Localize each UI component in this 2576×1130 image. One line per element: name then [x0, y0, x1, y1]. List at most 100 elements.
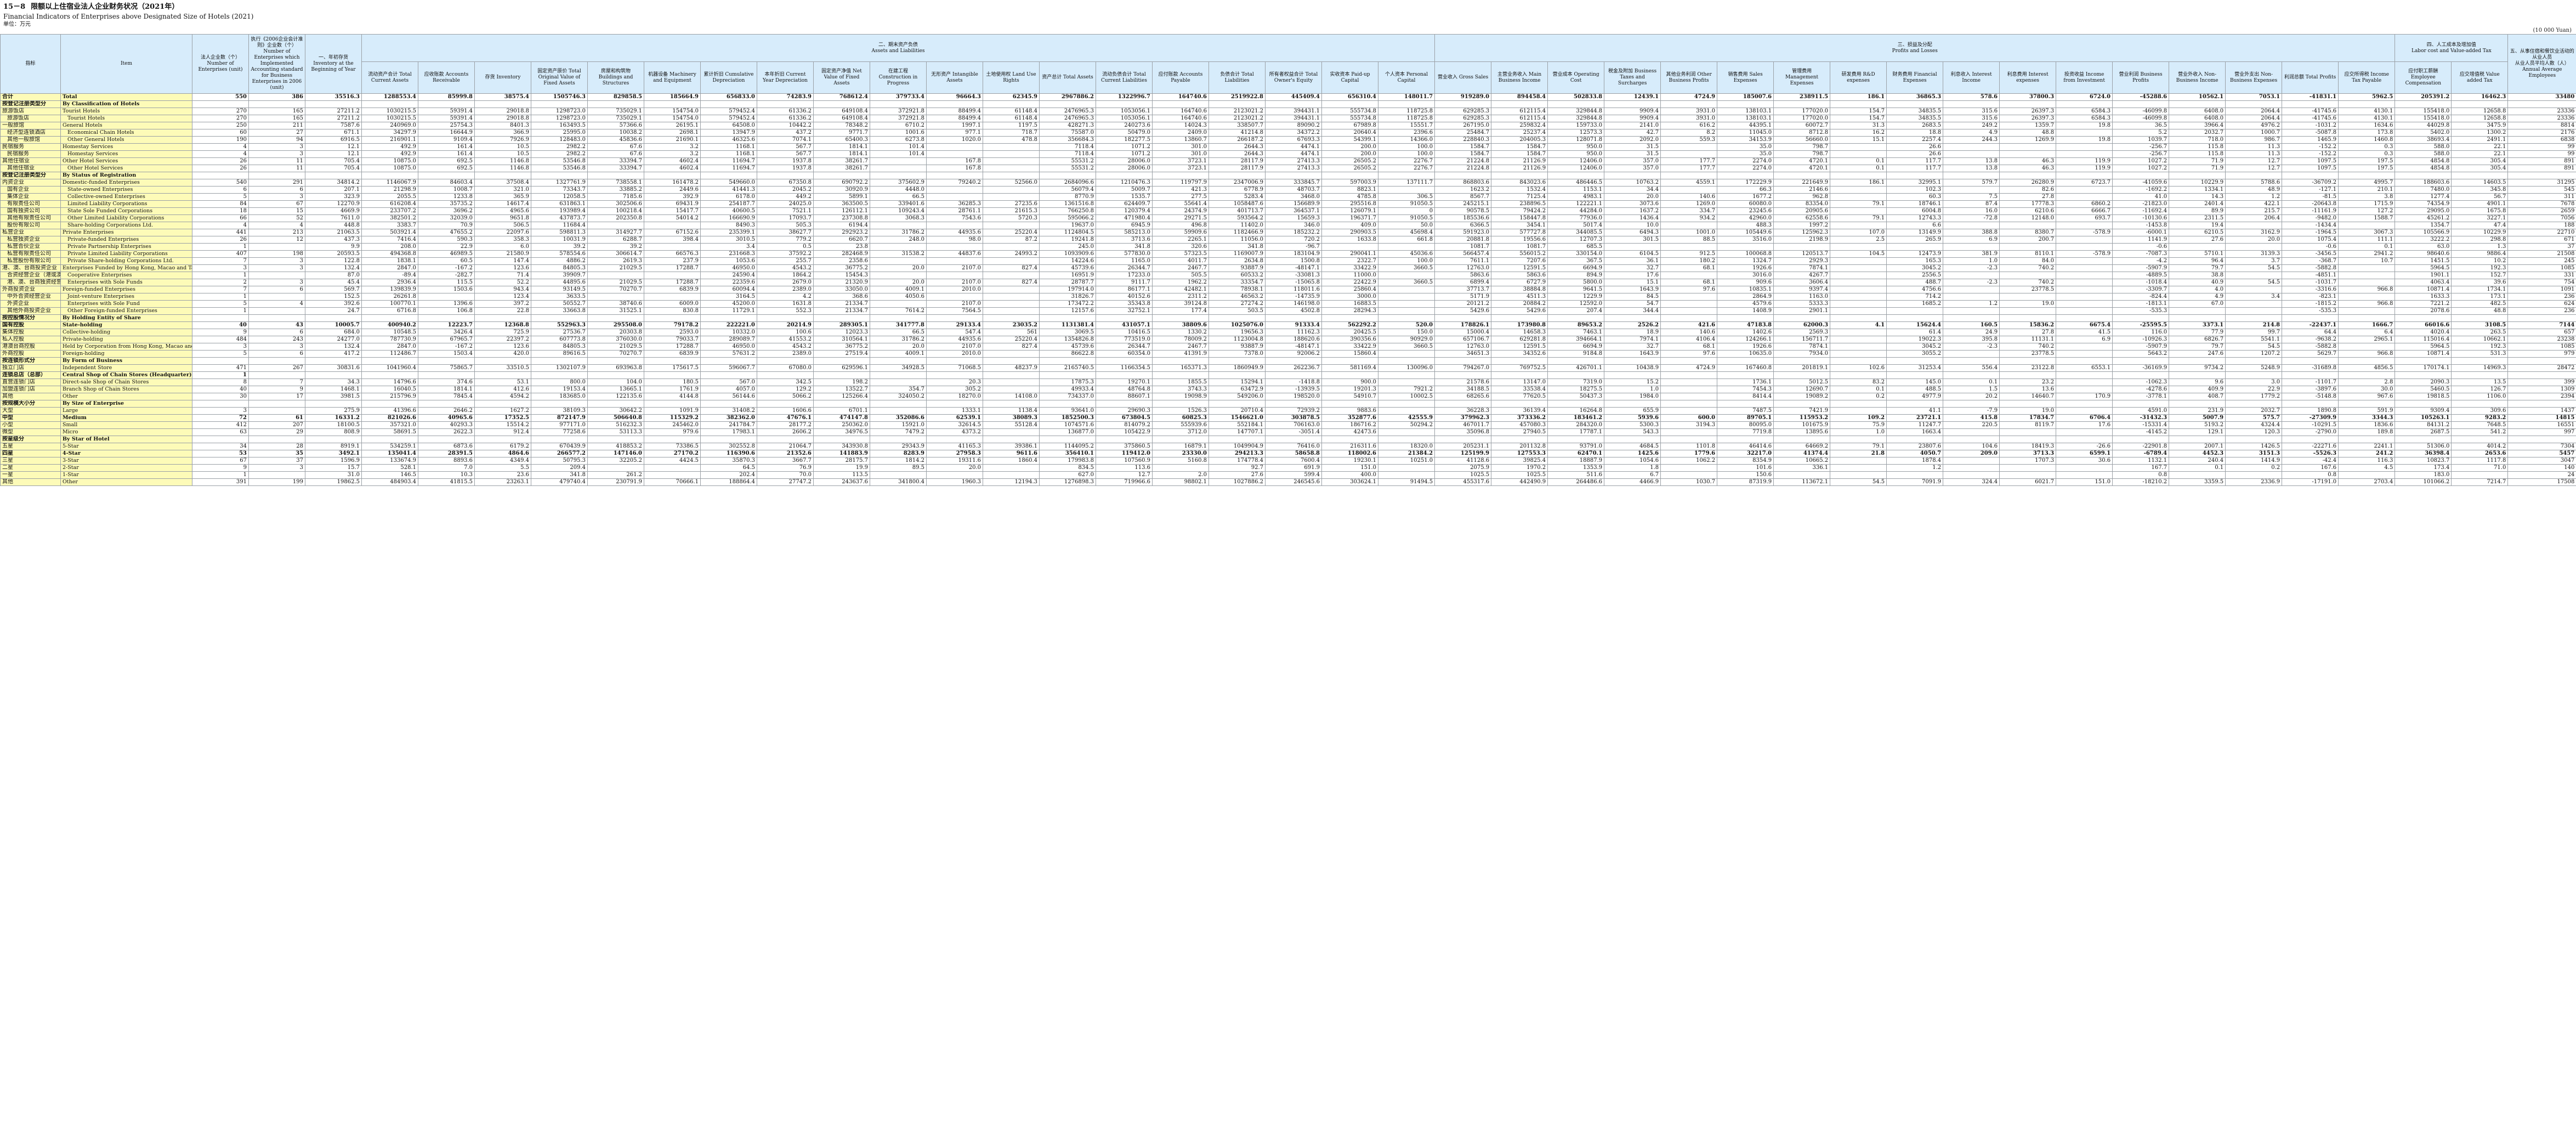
table-cell	[2225, 243, 2283, 251]
table-cell: 2075.9	[1434, 464, 1492, 472]
table-cell	[2112, 436, 2170, 443]
unit-label-en: (10 000 Yuan)	[2533, 27, 2572, 33]
table-cell: 7564.5	[926, 307, 983, 315]
table-cell: 66	[192, 214, 249, 222]
table-cell: 5300.3	[1604, 421, 1661, 429]
table-cell: 13522.7	[813, 386, 870, 393]
table-cell: 6408.0	[2169, 115, 2226, 122]
table-cell: 89653.2	[1547, 321, 1605, 329]
table-cell: 202.4	[700, 471, 757, 479]
table-cell	[1096, 371, 1153, 379]
table-cell: 118002.6	[1321, 450, 1378, 457]
table-cell: 7874.1	[1773, 343, 1831, 351]
table-cell: 1633.3	[2395, 293, 2452, 301]
table-cell: 388.8	[1943, 229, 2000, 236]
table-cell	[1773, 357, 1831, 365]
table-cell: 23245.6	[1717, 207, 1774, 215]
table-cell: 19637.0	[1039, 222, 1096, 229]
table-cell: 4995.7	[2338, 179, 2396, 187]
table-cell: 192.3	[2451, 343, 2509, 351]
table-cell: 5	[192, 350, 249, 358]
table-row: 其他有限责任公司 Other Limited Liability Corporat…	[0, 214, 2576, 222]
table-cell	[418, 400, 475, 408]
table-cell	[2395, 400, 2452, 408]
table-cell	[2169, 400, 2226, 408]
table-cell: 357.0	[1604, 157, 1661, 165]
header-col: 应交所得税 Income Tax Payable	[2338, 61, 2396, 94]
table-cell: 10.2	[2451, 257, 2509, 265]
table-cell: 1146.8	[474, 157, 531, 165]
table-cell: 2679.0	[757, 279, 814, 286]
table-cell	[813, 100, 870, 108]
table-cell	[2225, 172, 2283, 179]
table-cell: 690792.2	[813, 179, 870, 187]
table-cell: 26	[192, 165, 249, 172]
table-cell: 20.2	[1943, 393, 2000, 400]
table-cell: 23807.6	[1886, 443, 1944, 450]
table-cell: 264486.6	[1547, 478, 1605, 486]
row-label-cn: 其他有限责任公司	[0, 214, 61, 222]
table-cell: -3897.6	[2282, 386, 2339, 393]
table-cell	[2056, 350, 2113, 358]
table-cell: 54399.1	[1321, 136, 1378, 144]
table-cell: 5007.9	[2169, 414, 2226, 422]
table-cell: 88.5	[1660, 236, 1718, 244]
table-cell: 1436.4	[1604, 214, 1661, 222]
table-cell: 48.8	[2451, 307, 2509, 315]
row-label-cn: 内资企业	[0, 179, 61, 187]
table-cell: 16.0	[1943, 207, 2000, 215]
table-cell: 656310.4	[1321, 93, 1378, 101]
row-label-en: 3-Star	[60, 457, 192, 465]
financial-table-container[interactable]: 指标 Item 法人企业数（个） Number of Enterprises (un…	[0, 34, 2576, 486]
table-cell: 7.5	[1943, 193, 2000, 201]
table-cell: 12	[248, 236, 305, 244]
table-cell	[2282, 314, 2339, 322]
table-cell: 7479.2	[870, 428, 927, 436]
table-cell: 7144	[2507, 321, 2576, 329]
table-cell: 17.6	[2056, 421, 2113, 429]
table-cell: 1124804.5	[1039, 229, 1096, 236]
table-cell: 798.7	[1773, 143, 1831, 151]
table-cell: 27519.4	[813, 350, 870, 358]
header-col: 无形资产 Intangible Assets	[926, 61, 983, 94]
table-cell: 488.3	[1717, 222, 1774, 229]
table-cell: 302552.8	[700, 443, 757, 450]
table-cell	[1152, 357, 1209, 365]
table-cell: 4579.6	[1717, 300, 1774, 308]
table-cell: 966.8	[2338, 286, 2396, 293]
row-label-en: By Size of Enterprise	[60, 400, 192, 408]
table-cell: 60.5	[418, 257, 475, 265]
header-col: 所有者权益合计 Total Owner's Equity	[1265, 61, 1322, 94]
table-cell: 1.5	[1943, 386, 2000, 393]
table-cell: 48.8	[1999, 129, 2057, 137]
table-cell: 3	[192, 407, 249, 415]
table-cell: 113672.1	[1773, 478, 1831, 486]
table-cell	[644, 222, 701, 229]
table-cell: -11161.9	[2282, 207, 2339, 215]
table-cell	[1830, 464, 1887, 472]
table-cell	[2395, 172, 2452, 179]
table-cell: 71.0	[2451, 464, 2509, 472]
table-cell: 228840.3	[1434, 136, 1492, 144]
table-cell: 5429.6	[1491, 307, 1548, 315]
table-cell: 2032.7	[2169, 129, 2226, 137]
table-cell: 399	[2507, 378, 2576, 386]
table-cell: 29133.4	[926, 321, 983, 329]
table-cell: 66576.3	[644, 250, 701, 258]
row-label-en: By Form of Business	[60, 357, 192, 365]
table-cell: 1637.2	[1604, 207, 1661, 215]
table-cell: 3660.5	[1377, 264, 1435, 272]
table-cell: 6839.9	[644, 286, 701, 293]
table-cell: 4502.8	[1265, 307, 1322, 315]
table-cell: 21580.9	[474, 250, 531, 258]
table-cell: 100.0	[1377, 150, 1435, 158]
table-cell: 445409.4	[1265, 93, 1322, 101]
table-cell: 26195.1	[644, 122, 701, 129]
table-cell	[587, 464, 644, 472]
header-group-labor-en: Labor cost and Value-added Tax	[2411, 48, 2492, 54]
table-cell: 1	[192, 272, 249, 279]
table-cell	[361, 371, 418, 379]
row-label-en: Tourist Hotels	[60, 108, 192, 115]
table-cell: 967.6	[2338, 393, 2396, 400]
table-cell: 3.0	[2225, 378, 2283, 386]
